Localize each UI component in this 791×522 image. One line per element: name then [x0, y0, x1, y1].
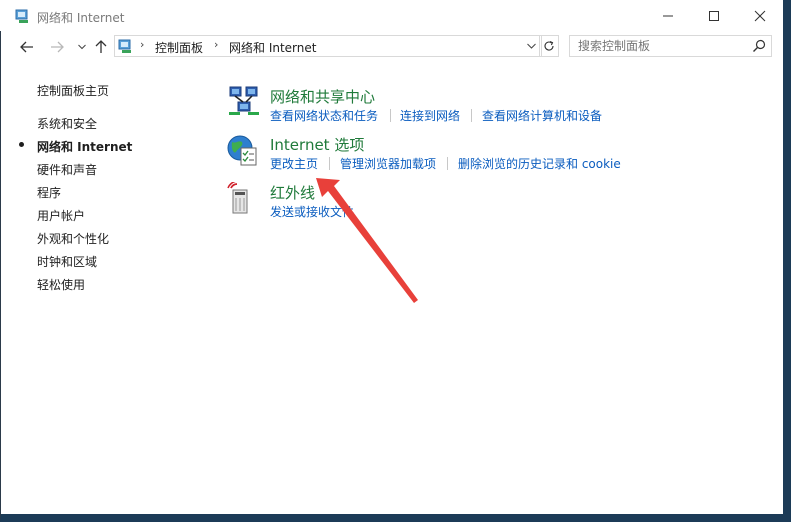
current-item-bullet: [19, 142, 24, 147]
sidebar-item-programs[interactable]: 程序: [37, 184, 61, 201]
sidebar-item-user-accounts[interactable]: 用户帐户: [37, 207, 85, 224]
up-arrow-icon: [95, 40, 107, 53]
breadcrumb-item[interactable]: 控制面板: [155, 39, 203, 56]
close-icon: [754, 10, 766, 21]
up-button[interactable]: [91, 37, 111, 57]
sidebar-item-ease-of-access[interactable]: 轻松使用: [37, 276, 85, 293]
breadcrumb-item[interactable]: 网络和 Internet: [229, 39, 316, 56]
close-button[interactable]: [737, 0, 783, 31]
link-divider: [471, 109, 472, 122]
search-input[interactable]: [570, 36, 748, 56]
chevron-down-icon: [78, 44, 86, 50]
search-box[interactable]: [569, 35, 772, 57]
forward-arrow-icon: [51, 41, 64, 53]
back-arrow-icon: [20, 41, 33, 53]
category-title-internet-options[interactable]: Internet 选项: [270, 134, 364, 155]
maximize-icon: [709, 10, 719, 21]
title-bar: 网络和 Internet: [0, 0, 783, 31]
category-title-network-sharing[interactable]: 网络和共享中心: [270, 86, 375, 107]
link-view-network-status[interactable]: 查看网络状态和任务: [270, 107, 378, 124]
link-delete-history[interactable]: 删除浏览的历史记录和 cookie: [458, 155, 621, 172]
address-bar[interactable]: › 控制面板 › 网络和 Internet: [114, 35, 542, 57]
sidebar-item-hardware-sound[interactable]: 硬件和声音: [37, 161, 97, 178]
annotation-arrow: [316, 178, 418, 303]
address-row: › 控制面板 › 网络和 Internet: [0, 33, 783, 61]
search-icon[interactable]: [752, 39, 766, 53]
sidebar-item-network-internet: 网络和 Internet: [37, 140, 133, 154]
control-panel-icon: [118, 39, 131, 53]
refresh-icon: [544, 40, 554, 51]
link-divider: [447, 157, 448, 170]
back-button[interactable]: [17, 37, 37, 57]
sidebar-item-appearance[interactable]: 外观和个性化: [37, 230, 109, 247]
sidebar-item-home[interactable]: 控制面板主页: [37, 82, 109, 99]
sidebar-item-clock-region[interactable]: 时钟和区域: [37, 253, 97, 270]
network-sharing-icon[interactable]: [227, 84, 261, 118]
forward-button[interactable]: [47, 37, 67, 57]
link-divider: [390, 109, 391, 122]
breadcrumb-separator: ›: [140, 38, 145, 51]
maximize-button[interactable]: [691, 0, 737, 31]
refresh-button[interactable]: [539, 35, 559, 57]
link-connect-network[interactable]: 连接到网络: [400, 107, 460, 124]
infrared-icon[interactable]: [226, 182, 260, 216]
address-dropdown[interactable]: [524, 38, 538, 54]
recent-dropdown[interactable]: [72, 37, 92, 57]
breadcrumb-separator: ›: [214, 38, 219, 51]
chevron-down-icon: [526, 43, 536, 49]
link-view-network-computers[interactable]: 查看网络计算机和设备: [482, 107, 602, 124]
sidebar-item-system-security[interactable]: 系统和安全: [37, 115, 97, 132]
minimize-icon: [663, 15, 673, 16]
window-title: 网络和 Internet: [37, 11, 125, 25]
minimize-button[interactable]: [645, 0, 691, 31]
control-panel-icon: [15, 9, 28, 23]
internet-options-icon[interactable]: [226, 134, 260, 168]
